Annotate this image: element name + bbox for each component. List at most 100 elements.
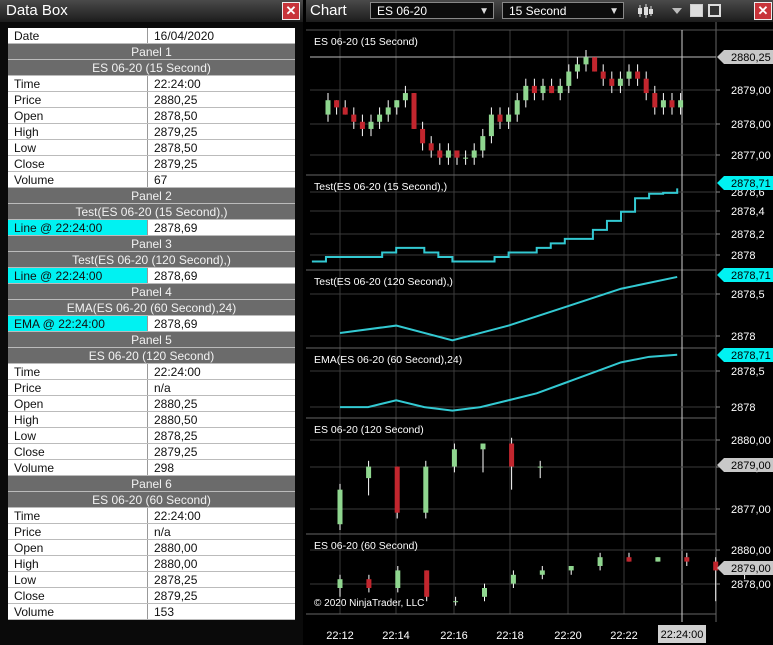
close-icon[interactable]: ✕ xyxy=(282,2,300,20)
close-icon[interactable]: ✕ xyxy=(754,2,772,20)
instrument-selector[interactable]: ES 06-20 ▼ xyxy=(370,2,494,19)
candle-body xyxy=(574,64,580,72)
candle-body xyxy=(402,93,408,101)
data-row: Low 2878,50 xyxy=(8,140,295,156)
panel-header-label: Panel 3 xyxy=(131,237,172,251)
data-row: Time 22:24:00 xyxy=(8,76,295,92)
row-value: 2878,69 xyxy=(154,221,198,235)
row-label: Price xyxy=(8,380,148,395)
candle-body xyxy=(437,150,443,158)
chart-titlebar[interactable]: Chart ES 06-20 ▼ 15 Second ▼ ✕ xyxy=(306,0,773,22)
time-tick-label: 22:14 xyxy=(382,630,410,642)
data-row: Open 2880,25 xyxy=(8,396,295,412)
row-value: 2880,50 xyxy=(154,413,198,427)
price-flag-value: 2878,71 xyxy=(731,178,771,190)
data-box-title: Data Box xyxy=(6,2,68,19)
candle-body xyxy=(428,143,434,151)
price-tick-label: 2878 xyxy=(731,250,755,262)
candle-body xyxy=(643,78,649,94)
candle-body xyxy=(334,100,340,108)
row-value: 2880,25 xyxy=(154,93,198,107)
data-box-window: Data Box ✕ Date 16/04/2020 Panel 1 ES 06-20… xyxy=(0,0,303,645)
panel-header-row: ES 06-20 (15 Second) xyxy=(8,60,295,76)
candle-body xyxy=(471,150,477,158)
data-box-titlebar[interactable]: Data Box ✕ xyxy=(0,0,303,22)
candle-body xyxy=(678,100,684,108)
row-value: 2880,25 xyxy=(154,397,198,411)
row-label: Close xyxy=(8,588,148,603)
panel-header-row: EMA(ES 06-20 (60 Second),24) xyxy=(8,300,295,316)
row-value: 2878,50 xyxy=(154,109,198,123)
panel-label: ES 06-20 (120 Second) xyxy=(314,424,424,436)
price-tick-label: 2878,4 xyxy=(731,206,765,218)
candle-body xyxy=(488,114,494,137)
indicator-line xyxy=(311,188,679,263)
row-label: Line @ 22:24:00 xyxy=(8,268,148,283)
candle-body xyxy=(359,121,365,129)
price-tick-label: 2878 xyxy=(731,331,755,343)
candle-body xyxy=(566,71,572,86)
interval-selector[interactable]: 15 Second ▼ xyxy=(502,2,624,19)
chart-title: Chart xyxy=(310,2,347,19)
candle-body xyxy=(394,100,400,108)
candle-body xyxy=(597,557,603,566)
indicator-value-row: Line @ 22:24:00 2878,69 xyxy=(8,268,295,284)
row-value: 22:24:00 xyxy=(154,365,201,379)
data-row: Price n/a xyxy=(8,380,295,396)
price-tick-label: 2878,5 xyxy=(731,289,765,301)
candle-body xyxy=(506,114,512,122)
copyright-text: © 2020 NinjaTrader, LLC xyxy=(314,598,424,609)
row-value: 2879,25 xyxy=(154,445,198,459)
candle-body xyxy=(539,570,545,575)
indicator-value-row: EMA @ 22:24:00 2878,69 xyxy=(8,316,295,332)
panel-label: Test(ES 06-20 (15 Second),) xyxy=(314,181,447,193)
maximize-icon[interactable] xyxy=(708,4,721,17)
candle-body xyxy=(480,136,486,151)
minimize-icon[interactable] xyxy=(690,4,703,17)
grid-layer xyxy=(306,22,773,622)
price-tick-label: 2877,00 xyxy=(731,150,771,162)
candle-body xyxy=(514,100,520,115)
candle-body xyxy=(568,566,574,571)
time-tick-label: 22:22 xyxy=(610,630,638,642)
instrument-value: ES 06-20 xyxy=(377,4,428,18)
data-row: Volume 153 xyxy=(8,604,295,620)
panel-header-row: Panel 5 xyxy=(8,332,295,348)
indicator-value-row: Line @ 22:24:00 2878,69 xyxy=(8,220,295,236)
data-row: Low 2878,25 xyxy=(8,572,295,588)
panel-label: ES 06-20 (15 Second) xyxy=(314,36,418,48)
panel-header-label: ES 06-20 (120 Second) xyxy=(88,349,215,363)
row-value: n/a xyxy=(154,381,171,395)
panel-label: Test(ES 06-20 (120 Second),) xyxy=(314,276,453,288)
candle-body xyxy=(600,71,606,79)
data-row: Time 22:24:00 xyxy=(8,364,295,380)
panel-header-row: Test(ES 06-20 (120 Second),) xyxy=(8,252,295,268)
candle-body xyxy=(394,466,400,513)
candle-body xyxy=(445,150,451,158)
row-value: 22:24:00 xyxy=(154,509,201,523)
candle-body xyxy=(385,107,391,115)
candle-body xyxy=(523,85,529,101)
candlestick-style-icon[interactable] xyxy=(636,3,654,19)
price-flag-value: 2878,71 xyxy=(731,350,771,362)
price-flag-value: 2879,00 xyxy=(731,563,771,575)
candle-body xyxy=(453,601,459,603)
candle-body xyxy=(609,78,615,86)
panel-header-row: Panel 1 xyxy=(8,44,295,60)
row-value: 2879,25 xyxy=(154,125,198,139)
data-row: Volume 67 xyxy=(8,172,295,188)
row-label: High xyxy=(8,412,148,427)
axis-layer: 2879,00 2878,00 2877,00 ES 06-20 (15 Second… xyxy=(314,36,773,643)
candle-body xyxy=(480,443,486,450)
panel-header-label: Test(ES 06-20 (120 Second),) xyxy=(72,253,231,267)
chevron-down-icon[interactable] xyxy=(672,6,682,16)
data-row: Volume 298 xyxy=(8,460,295,476)
chart-area[interactable]: 2879,00 2878,00 2877,00 ES 06-20 (15 Second… xyxy=(306,22,773,645)
row-value: 2878,25 xyxy=(154,573,198,587)
candle-body xyxy=(342,107,348,115)
candle-body xyxy=(325,100,331,115)
candle-body xyxy=(652,93,658,108)
row-value: 2880,00 xyxy=(154,557,198,571)
price-tick-label: 2878,2 xyxy=(731,229,765,241)
candle-body xyxy=(669,100,675,108)
